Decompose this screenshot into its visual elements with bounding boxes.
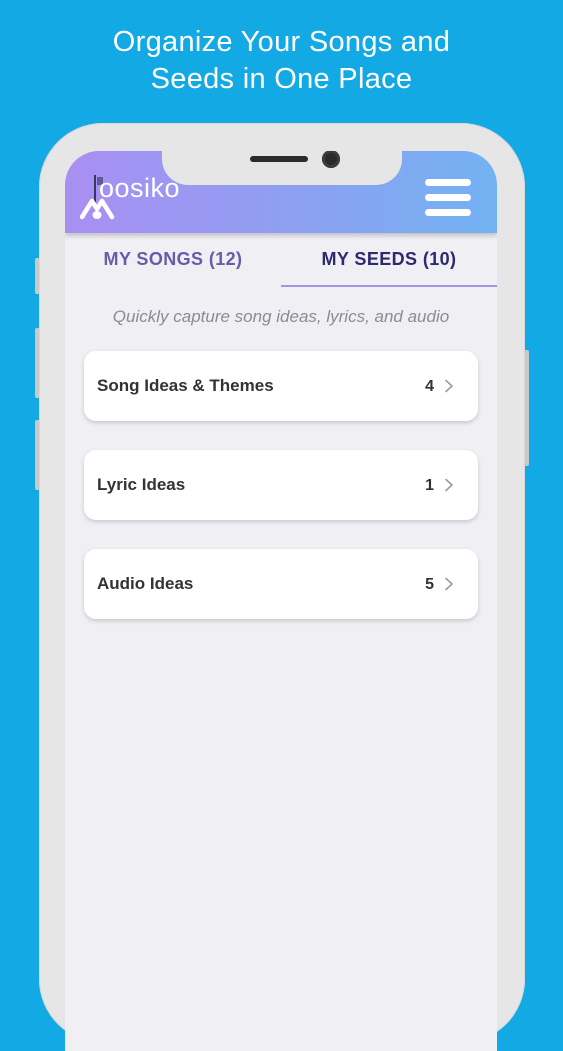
seed-category-count: 4 [425, 378, 434, 395]
phone-camera [322, 151, 340, 168]
phone-frame: oosiko MY SONGS (12) MY SEEDS (10) Quick… [39, 123, 525, 1051]
promo-headline-line-2: Seeds in One Place [150, 63, 413, 95]
promo-headline: Organize Your Songs and Seeds in One Pla… [0, 24, 563, 98]
chevron-right-icon [445, 379, 453, 393]
tab-bar: MY SONGS (12) MY SEEDS (10) [65, 239, 497, 287]
app-screen: oosiko MY SONGS (12) MY SEEDS (10) Quick… [65, 151, 497, 1051]
seeds-subtitle: Quickly capture song ideas, lyrics, and … [112, 307, 450, 326]
phone-notch [162, 151, 402, 185]
hamburger-menu-icon[interactable] [425, 179, 471, 221]
seed-category-label: Song Ideas & Themes [97, 376, 274, 395]
phone-speaker [250, 156, 308, 162]
seed-category-label: Audio Ideas [97, 574, 194, 593]
seed-category-lyric-ideas[interactable]: Lyric Ideas 1 [84, 450, 478, 520]
app-header: oosiko [65, 151, 497, 233]
seed-category-label: Lyric Ideas [97, 475, 186, 494]
seed-category-song-ideas[interactable]: Song Ideas & Themes 4 [84, 351, 478, 421]
seed-category-count: 5 [425, 576, 434, 593]
seed-category-count: 1 [425, 477, 434, 494]
promo-headline-line-1: Organize Your Songs and [112, 26, 451, 58]
tab-my-seeds[interactable]: MY SEEDS (10) [281, 239, 497, 287]
tab-my-songs[interactable]: MY SONGS (12) [65, 239, 281, 285]
chevron-right-icon [445, 478, 453, 492]
seed-category-audio-ideas[interactable]: Audio Ideas 5 [84, 549, 478, 619]
app-logo-text: oosiko [99, 173, 181, 203]
chevron-right-icon [445, 577, 453, 591]
